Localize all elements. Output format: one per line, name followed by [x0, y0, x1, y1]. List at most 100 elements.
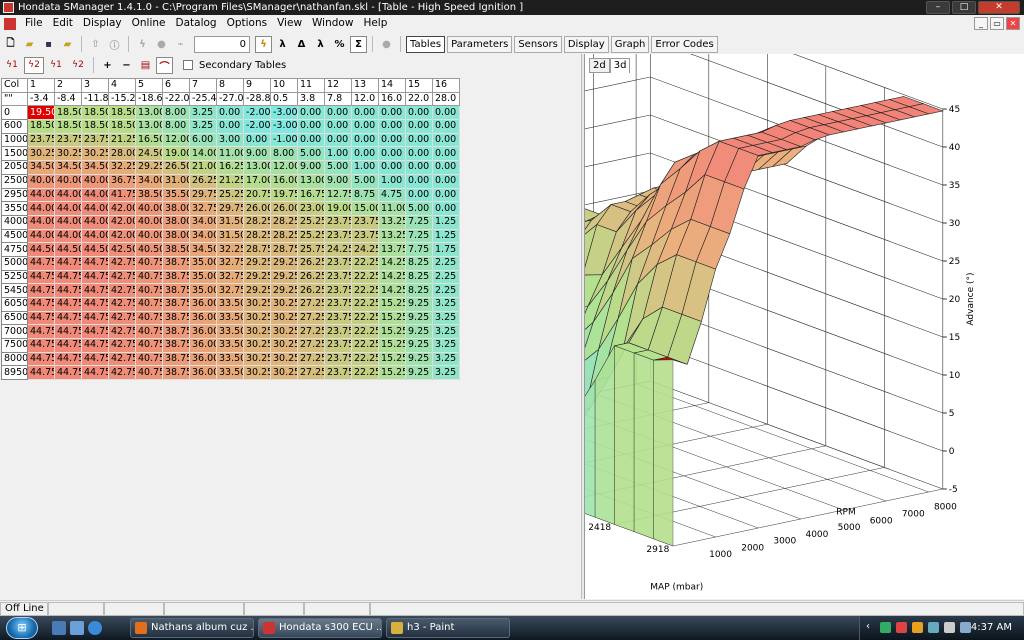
table-cell[interactable]: 44.75 [27, 352, 55, 367]
table-cell[interactable]: 3.25 [432, 365, 460, 381]
table-cell[interactable]: 44.75 [81, 297, 109, 312]
column-number[interactable]: 9 [243, 78, 271, 93]
table-cell[interactable]: 34.00 [135, 174, 163, 189]
table-cell[interactable]: 38.75 [162, 365, 190, 381]
table-cell[interactable]: 30.25 [270, 365, 298, 381]
table-cell[interactable]: 0.00 [405, 174, 433, 189]
table-cell[interactable]: 0.00 [378, 119, 406, 134]
minimize-button[interactable]: – [926, 1, 950, 14]
cam2-button[interactable]: ϟ2 [24, 56, 44, 74]
tray-expand-icon[interactable]: ‹ [866, 621, 870, 632]
table-cell[interactable]: 23.75 [324, 324, 352, 340]
save-as-icon[interactable]: ▰ [59, 36, 76, 53]
map-column-header[interactable]: -8.4 [54, 91, 82, 107]
table-cell[interactable]: 23.75 [351, 215, 379, 230]
table-cell[interactable]: 8.25 [405, 256, 433, 271]
table-cell[interactable]: 21.25 [216, 174, 244, 189]
table-cell[interactable]: 44.75 [81, 338, 109, 353]
table-cell[interactable]: 5.00 [297, 146, 325, 162]
table-cell[interactable]: 0.00 [351, 105, 379, 121]
table-cell[interactable]: 23.75 [27, 133, 55, 148]
table-cell[interactable]: 36.00 [189, 365, 217, 381]
table-cell[interactable]: 22.25 [351, 270, 379, 285]
table-cell[interactable]: 30.25 [243, 324, 271, 340]
table-cell[interactable]: 21.00 [189, 160, 217, 175]
table-cell[interactable]: 26.25 [297, 256, 325, 271]
table-cell[interactable]: 2.25 [432, 283, 460, 298]
start-button[interactable]: ⊞ [6, 617, 38, 639]
column-number[interactable]: 15 [405, 78, 433, 93]
table-cell[interactable]: 28.75 [270, 242, 298, 257]
table-cell[interactable]: 0.00 [405, 133, 433, 148]
table-cell[interactable]: 14.00 [189, 146, 217, 162]
table-cell[interactable]: 24.50 [135, 146, 163, 162]
table-cell[interactable]: 9.25 [405, 365, 433, 381]
column-number[interactable]: 7 [189, 78, 217, 93]
table-cell[interactable]: 25.25 [297, 215, 325, 230]
table-cell[interactable]: 36.00 [189, 324, 217, 340]
table-cell[interactable]: 40.75 [135, 365, 163, 381]
table-cell[interactable]: 38.00 [162, 229, 190, 244]
cam1-alt-button[interactable]: ϟ1 [46, 57, 66, 74]
table-cell[interactable]: 44.75 [54, 297, 82, 312]
table-cell[interactable]: 38.75 [162, 338, 190, 353]
table-cell[interactable]: 30.25 [243, 352, 271, 367]
table-cell[interactable]: 33.50 [216, 338, 244, 353]
table-cell[interactable]: 38.50 [162, 242, 190, 257]
table-cell[interactable]: 44.75 [81, 311, 109, 326]
table-cell[interactable]: 0.00 [405, 146, 433, 162]
network-icon[interactable] [928, 622, 939, 633]
table-cell[interactable]: 30.25 [270, 352, 298, 367]
table-cell[interactable]: 38.75 [162, 324, 190, 340]
map-column-header[interactable]: -22.0 [162, 91, 190, 107]
map-column-header[interactable]: 7.8 [324, 91, 352, 107]
table-cell[interactable]: 12.75 [324, 188, 352, 203]
browser-icon[interactable] [88, 621, 102, 635]
table-cell[interactable]: 44.75 [27, 338, 55, 353]
table-cell[interactable]: 0.00 [297, 119, 325, 134]
table-cell[interactable]: 15.25 [378, 324, 406, 340]
table-cell[interactable]: 42.75 [108, 283, 136, 298]
table-cell[interactable]: 0.00 [351, 119, 379, 134]
table-cell[interactable]: 1.00 [378, 174, 406, 189]
table-cell[interactable]: 23.75 [324, 215, 352, 230]
table-cell[interactable]: 32.25 [108, 160, 136, 175]
table-cell[interactable]: 44.75 [81, 283, 109, 298]
table-cell[interactable]: 34.00 [189, 229, 217, 244]
table-cell[interactable]: 18.50 [108, 119, 136, 134]
table-cell[interactable]: 44.00 [81, 229, 109, 244]
table-cell[interactable]: 19.00 [162, 146, 190, 162]
table-cell[interactable]: 30.25 [243, 338, 271, 353]
table-cell[interactable]: 35.00 [189, 270, 217, 285]
table-cell[interactable]: 29.25 [270, 283, 298, 298]
table-cell[interactable]: 9.25 [405, 311, 433, 326]
table-cell[interactable]: 13.25 [378, 215, 406, 230]
table-cell[interactable]: 44.75 [54, 365, 82, 381]
child-restore-button[interactable]: ▭ [990, 17, 1004, 30]
table-cell[interactable]: 44.75 [54, 311, 82, 326]
table-cell[interactable]: 36.00 [189, 297, 217, 312]
table-cell[interactable]: 44.75 [27, 297, 55, 312]
child-close-button[interactable]: ✕ [1006, 17, 1020, 30]
table-cell[interactable]: 24.25 [351, 242, 379, 257]
flatten-icon[interactable]: ▤ [137, 57, 154, 74]
table-cell[interactable]: 28.25 [243, 215, 271, 230]
table-cell[interactable]: 32.75 [189, 201, 217, 216]
table-cell[interactable]: 12.00 [270, 160, 298, 175]
table-cell[interactable]: 44.75 [54, 270, 82, 285]
clock[interactable]: 4:37 AM [971, 622, 1012, 633]
column-number[interactable]: 6 [162, 78, 190, 93]
table-cell[interactable]: 38.75 [162, 270, 190, 285]
table-cell[interactable]: 44.00 [27, 215, 55, 230]
table-cell[interactable]: 36.00 [189, 311, 217, 326]
menu-datalog[interactable]: Datalog [171, 15, 222, 32]
table-cell[interactable]: 30.25 [270, 324, 298, 340]
rpm-row-header[interactable]: 5250 [1, 270, 28, 285]
table-cell[interactable]: 27.25 [297, 352, 325, 367]
table-cell[interactable]: 31.50 [216, 215, 244, 230]
table-cell[interactable]: 1.00 [351, 160, 379, 175]
table-cell[interactable]: 3.25 [432, 311, 460, 326]
table-cell[interactable]: 7.75 [405, 242, 433, 257]
decrease-icon[interactable]: − [118, 57, 135, 74]
table-cell[interactable]: 44.75 [81, 352, 109, 367]
